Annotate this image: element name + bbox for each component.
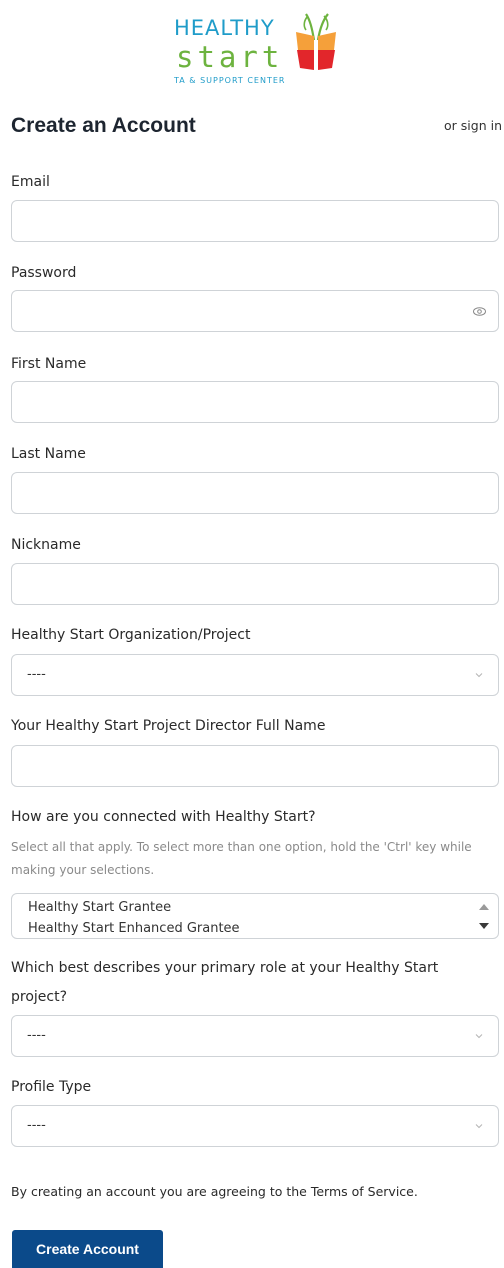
chevron-down-icon bbox=[475, 1124, 483, 1129]
logo-subtitle: TA & SUPPORT CENTER bbox=[174, 76, 286, 85]
nickname-label: Nickname bbox=[11, 537, 81, 553]
page-title: Create an Account bbox=[11, 114, 196, 137]
last-name-label: Last Name bbox=[11, 446, 86, 462]
scroll-up-icon[interactable] bbox=[477, 902, 491, 912]
connection-option[interactable]: Healthy Start Grantee bbox=[28, 900, 171, 916]
chevron-down-icon bbox=[475, 673, 483, 678]
role-label: Which best describes your primary role a… bbox=[11, 960, 439, 1005]
profile-type-label: Profile Type bbox=[11, 1079, 92, 1095]
organization-selected-value: ---- bbox=[27, 667, 46, 682]
logo-start-text: start bbox=[176, 40, 284, 74]
connection-label: How are you connected with Healthy Start… bbox=[11, 809, 316, 825]
connection-help-text: Select all that apply. To select more th… bbox=[11, 840, 472, 877]
password-field-wrapper bbox=[11, 290, 499, 332]
scroll-down-icon[interactable] bbox=[477, 921, 491, 931]
butterfly-icon bbox=[296, 13, 336, 70]
connection-option[interactable]: Healthy Start Enhanced Grantee bbox=[28, 921, 240, 937]
role-selected-value: ---- bbox=[27, 1028, 46, 1043]
email-field[interactable] bbox=[11, 200, 499, 242]
last-name-field[interactable] bbox=[11, 472, 499, 514]
password-label: Password bbox=[11, 265, 77, 281]
role-select[interactable]: ---- bbox=[11, 1015, 499, 1057]
organization-label: Healthy Start Organization/Project bbox=[11, 627, 251, 643]
organization-select[interactable]: ---- bbox=[11, 654, 499, 696]
logo-healthy-text: HEALTHY bbox=[174, 16, 275, 40]
create-account-button[interactable]: Create Account bbox=[12, 1230, 163, 1268]
nickname-field[interactable] bbox=[11, 563, 499, 605]
healthy-start-logo: HEALTHY start TA & SUPPORT CENTER bbox=[174, 8, 344, 86]
director-name-field[interactable] bbox=[11, 745, 499, 787]
eye-icon[interactable] bbox=[473, 307, 486, 316]
first-name-field[interactable] bbox=[11, 381, 499, 423]
profile-type-select[interactable]: ---- bbox=[11, 1105, 499, 1147]
sign-in-link[interactable]: or sign in bbox=[444, 118, 502, 133]
profile-type-selected-value: ---- bbox=[27, 1118, 46, 1133]
connection-multi-select[interactable]: Healthy Start Grantee Healthy Start Enha… bbox=[11, 893, 499, 939]
chevron-down-icon bbox=[475, 1034, 483, 1039]
terms-notice: By creating an account you are agreeing … bbox=[11, 1184, 418, 1199]
email-label: Email bbox=[11, 174, 50, 190]
password-field[interactable] bbox=[11, 290, 499, 332]
director-label: Your Healthy Start Project Director Full… bbox=[11, 718, 326, 734]
first-name-label: First Name bbox=[11, 356, 87, 372]
